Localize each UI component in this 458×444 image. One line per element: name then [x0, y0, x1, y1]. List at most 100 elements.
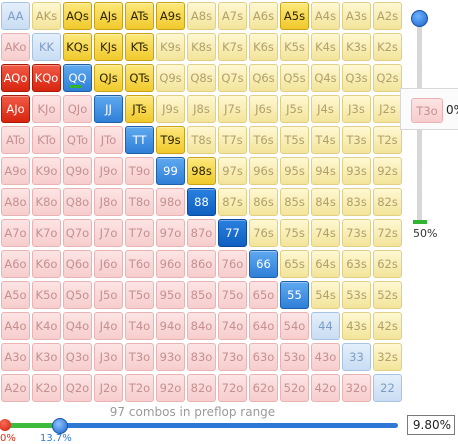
hand-cell-88[interactable]: 88 — [187, 188, 216, 216]
hand-cell-qts[interactable]: QTs — [125, 64, 154, 92]
hand-cell-a9s[interactable]: A9s — [156, 2, 185, 30]
hand-cell-55[interactable]: 55 — [280, 281, 309, 309]
hand-cell-q4s[interactable]: Q4s — [311, 64, 340, 92]
hand-cell-a8s[interactable]: A8s — [187, 2, 216, 30]
hand-cell-q6s[interactable]: Q6s — [249, 64, 278, 92]
hand-cell-jts[interactable]: JTs — [125, 95, 154, 123]
hand-cell-t5o[interactable]: T5o — [125, 281, 154, 309]
hand-cell-t7s[interactable]: T7s — [218, 126, 247, 154]
hand-cell-j5s[interactable]: J5s — [280, 95, 309, 123]
hand-cell-a5o[interactable]: A5o — [1, 281, 30, 309]
hand-cell-76o[interactable]: 76o — [218, 250, 247, 278]
hand-cell-tt[interactable]: TT — [125, 126, 154, 154]
hand-cell-54s[interactable]: 54s — [311, 281, 340, 309]
hand-cell-84o[interactable]: 84o — [187, 312, 216, 340]
hand-cell-q2o[interactable]: Q2o — [63, 374, 92, 402]
hand-cell-ajo[interactable]: AJo — [1, 95, 30, 123]
hand-cell-92o[interactable]: 92o — [156, 374, 185, 402]
hand-cell-k8s[interactable]: K8s — [187, 33, 216, 61]
hand-cell-t9o[interactable]: T9o — [125, 157, 154, 185]
hand-cell-87o[interactable]: 87o — [187, 219, 216, 247]
hand-cell-k8o[interactable]: K8o — [32, 188, 61, 216]
hand-cell-q7o[interactable]: Q7o — [63, 219, 92, 247]
hand-cell-kts[interactable]: KTs — [125, 33, 154, 61]
hand-cell-j6o[interactable]: J6o — [94, 250, 123, 278]
hand-cell-54o[interactable]: 54o — [280, 312, 309, 340]
hand-cell-53s[interactable]: 53s — [342, 281, 371, 309]
hand-cell-t8o[interactable]: T8o — [125, 188, 154, 216]
range-percent-input[interactable]: 9.80% — [407, 415, 455, 435]
hand-cell-t5s[interactable]: T5s — [280, 126, 309, 154]
hand-cell-jto[interactable]: JTo — [94, 126, 123, 154]
hand-cell-98o[interactable]: 98o — [156, 188, 185, 216]
hand-cell-87s[interactable]: 87s — [218, 188, 247, 216]
hand-cell-kjo[interactable]: KJo — [32, 95, 61, 123]
hand-cell-64s[interactable]: 64s — [311, 250, 340, 278]
hand-cell-t4s[interactable]: T4s — [311, 126, 340, 154]
hand-cell-a9o[interactable]: A9o — [1, 157, 30, 185]
hand-cell-k6s[interactable]: K6s — [249, 33, 278, 61]
hand-cell-t6o[interactable]: T6o — [125, 250, 154, 278]
hand-cell-kk[interactable]: KK — [32, 33, 61, 61]
hand-cell-ats[interactable]: ATs — [125, 2, 154, 30]
hand-cell-j8s[interactable]: J8s — [187, 95, 216, 123]
range-slider-low-thumb[interactable] — [0, 419, 11, 431]
hand-cell-j4s[interactable]: J4s — [311, 95, 340, 123]
hand-cell-q3s[interactable]: Q3s — [342, 64, 371, 92]
hand-cell-t2o[interactable]: T2o — [125, 374, 154, 402]
hand-cell-93o[interactable]: 93o — [156, 343, 185, 371]
hand-cell-a3s[interactable]: A3s — [342, 2, 371, 30]
hand-cell-66[interactable]: 66 — [249, 250, 278, 278]
hand-cell-65o[interactable]: 65o — [249, 281, 278, 309]
hand-cell-k3o[interactable]: K3o — [32, 343, 61, 371]
hand-cell-a6s[interactable]: A6s — [249, 2, 278, 30]
hand-cell-q8s[interactable]: Q8s — [187, 64, 216, 92]
hand-cell-q2s[interactable]: Q2s — [373, 64, 402, 92]
hand-cell-q6o[interactable]: Q6o — [63, 250, 92, 278]
hand-cell-82s[interactable]: 82s — [373, 188, 402, 216]
hand-cell-j5o[interactable]: J5o — [94, 281, 123, 309]
hand-cell-t6s[interactable]: T6s — [249, 126, 278, 154]
hand-cell-a2s[interactable]: A2s — [373, 2, 402, 30]
hand-cell-85s[interactable]: 85s — [280, 188, 309, 216]
hand-cell-64o[interactable]: 64o — [249, 312, 278, 340]
hand-cell-j6s[interactable]: J6s — [249, 95, 278, 123]
hand-cell-73o[interactable]: 73o — [218, 343, 247, 371]
hand-cell-32s[interactable]: 32s — [373, 343, 402, 371]
hand-cell-74s[interactable]: 74s — [311, 219, 340, 247]
hand-cell-j7o[interactable]: J7o — [94, 219, 123, 247]
hand-cell-62o[interactable]: 62o — [249, 374, 278, 402]
hand-cell-92s[interactable]: 92s — [373, 157, 402, 185]
hand-cell-94o[interactable]: 94o — [156, 312, 185, 340]
hand-cell-kto[interactable]: KTo — [32, 126, 61, 154]
hand-cell-ako[interactable]: AKo — [1, 33, 30, 61]
hand-cell-q8o[interactable]: Q8o — [63, 188, 92, 216]
hand-cell-99[interactable]: 99 — [156, 157, 185, 185]
range-slider-track[interactable] — [60, 423, 398, 428]
hand-cell-j3o[interactable]: J3o — [94, 343, 123, 371]
hand-cell-aa[interactable]: AA — [1, 2, 30, 30]
hand-cell-q3o[interactable]: Q3o — [63, 343, 92, 371]
hand-cell-83s[interactable]: 83s — [342, 188, 371, 216]
hand-cell-k5o[interactable]: K5o — [32, 281, 61, 309]
hand-cell-aqo[interactable]: AQo — [1, 64, 30, 92]
hand-cell-t8s[interactable]: T8s — [187, 126, 216, 154]
hand-cell-a7o[interactable]: A7o — [1, 219, 30, 247]
hand-cell-94s[interactable]: 94s — [311, 157, 340, 185]
hand-cell-95o[interactable]: 95o — [156, 281, 185, 309]
hand-cell-44[interactable]: 44 — [311, 312, 340, 340]
hand-cell-a2o[interactable]: A2o — [1, 374, 30, 402]
vertical-slider-thumb[interactable] — [411, 10, 428, 27]
hand-cell-j2o[interactable]: J2o — [94, 374, 123, 402]
hand-cell-t3o[interactable]: T3o — [125, 343, 154, 371]
hand-cell-42o[interactable]: 42o — [311, 374, 340, 402]
hand-cell-q4o[interactable]: Q4o — [63, 312, 92, 340]
hand-cell-83o[interactable]: 83o — [187, 343, 216, 371]
hand-cell-33[interactable]: 33 — [342, 343, 371, 371]
hand-cell-aks[interactable]: AKs — [32, 2, 61, 30]
hand-cell-ajs[interactable]: AJs — [94, 2, 123, 30]
hand-cell-j9s[interactable]: J9s — [156, 95, 185, 123]
hand-cell-qto[interactable]: QTo — [63, 126, 92, 154]
hand-cell-qjo[interactable]: QJo — [63, 95, 92, 123]
hand-cell-a4o[interactable]: A4o — [1, 312, 30, 340]
